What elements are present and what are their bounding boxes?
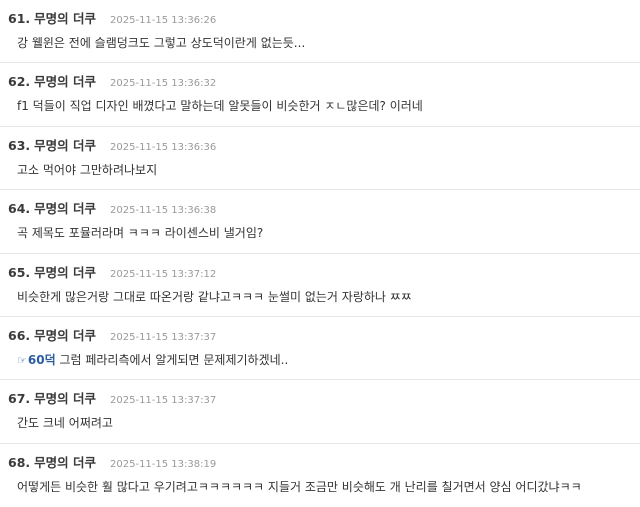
comment-header: 61. 무명의 더쿠 2025-11-15 13:36:26 (8, 8, 216, 27)
comment-number[interactable]: 68. (8, 455, 30, 470)
comment-65: 65. 무명의 더쿠 2025-11-15 13:37:12 비슷한게 많은거랑… (0, 254, 640, 317)
comment-timestamp: 2025-11-15 13:37:37 (110, 395, 217, 407)
comment-header: 66. 무명의 더쿠 2025-11-15 13:37:37 (8, 325, 216, 344)
comment-timestamp: 2025-11-15 13:36:38 (110, 205, 217, 217)
comment-number[interactable]: 62. (8, 74, 30, 89)
comment-body: 고소 먹어야 그만하려나보지 (17, 162, 158, 177)
comment-list: 61. 무명의 더쿠 2025-11-15 13:36:26 강 웰윈은 전에 … (0, 0, 640, 507)
comment-timestamp: 2025-11-15 13:37:12 (110, 268, 217, 280)
comment-67: 67. 무명의 더쿠 2025-11-15 13:37:37 간도 크네 어쩌려… (0, 380, 640, 444)
comment-author: 무명의 더쿠 (34, 201, 97, 217)
comment-64: 64. 무명의 더쿠 2025-11-15 13:36:38 곡 제목도 포뮬러… (0, 190, 640, 254)
comment-number[interactable]: 67. (8, 391, 30, 406)
comment-62: 62. 무명의 더쿠 2025-11-15 13:36:32 f1 덕들이 직업… (0, 63, 640, 127)
comment-author: 무명의 더쿠 (34, 11, 97, 26)
comment-number[interactable]: 66. (8, 328, 30, 343)
comment-header: 67. 무명의 더쿠 2025-11-15 13:37:37 (8, 388, 216, 407)
comment-66: 66. 무명의 더쿠 2025-11-15 13:37:37 ☞60덕 그럼 페… (0, 317, 640, 381)
comment-header: 68. 무명의 더쿠 2025-11-15 13:38:19 (8, 452, 216, 471)
comment-author: 무명의 더쿠 (34, 391, 97, 407)
comment-number[interactable]: 65. (8, 265, 30, 280)
comment-body: 간도 크네 어쩌려고 (17, 416, 113, 431)
comment-timestamp: 2025-11-15 13:36:26 (110, 15, 217, 26)
comment-text: 그럼 페라리측에서 알게되면 문제제기하겠네.. (55, 352, 289, 367)
comment-header: 64. 무명의 더쿠 2025-11-15 13:36:38 (8, 198, 216, 217)
comment-body: ☞60덕 그럼 페라리측에서 알게되면 문제제기하겠네.. (17, 351, 632, 368)
comment-reference-link[interactable]: 60덕 (28, 353, 56, 367)
comment-body: 강 웰윈은 전에 슬램덩크도 그렇고 상도덕이란게 없는듯... (17, 36, 306, 50)
comment-68: 68. 무명의 더쿠 2025-11-15 13:38:19 어떻게든 비슷한 … (0, 444, 640, 507)
comment-header: 62. 무명의 더쿠 2025-11-15 13:36:32 (8, 71, 216, 90)
comment-body: f1 덕들이 직업 디자인 배꼈다고 말하는데 알못들이 비슷한거 ㅈㄴ많은데?… (17, 99, 423, 114)
comment-number[interactable]: 61. (8, 11, 30, 26)
comment-author: 무명의 더쿠 (34, 327, 97, 343)
comment-header: 65. 무명의 더쿠 2025-11-15 13:37:12 (8, 262, 216, 281)
comment-body: 비슷한게 많은거랑 그대로 따온거랑 같냐고ㅋㅋㅋ 눈썰미 없는거 자랑하나 ㅉ… (17, 289, 412, 304)
comment-timestamp: 2025-11-15 13:38:19 (110, 458, 217, 470)
comment-body: 어떻게든 비슷한 훨 많다고 우기려고ㅋㅋㅋㅋㅋㅋ 지들거 조금만 비슷해도 개… (17, 479, 582, 494)
comment-author: 무명의 더쿠 (34, 137, 97, 153)
comment-61: 61. 무명의 더쿠 2025-11-15 13:36:26 강 웰윈은 전에 … (0, 0, 640, 64)
comment-timestamp: 2025-11-15 13:37:37 (110, 331, 217, 343)
comment-body: 곡 제목도 포뮬러라며 ㅋㅋㅋ 라이센스비 낼거임? (17, 226, 264, 241)
comment-number[interactable]: 63. (8, 138, 30, 153)
comment-timestamp: 2025-11-15 13:36:36 (110, 141, 217, 153)
comment-author: 무명의 더쿠 (34, 264, 97, 280)
comment-header: 63. 무명의 더쿠 2025-11-15 13:36:36 (8, 135, 216, 154)
comment-author: 무명의 더쿠 (34, 74, 97, 90)
pointing-hand-icon: ☞ (17, 353, 27, 367)
comment-timestamp: 2025-11-15 13:36:32 (110, 78, 217, 90)
comment-63: 63. 무명의 더쿠 2025-11-15 13:36:36 고소 먹어야 그만… (0, 127, 640, 191)
comment-number[interactable]: 64. (8, 201, 30, 216)
comment-author: 무명의 더쿠 (34, 454, 97, 470)
